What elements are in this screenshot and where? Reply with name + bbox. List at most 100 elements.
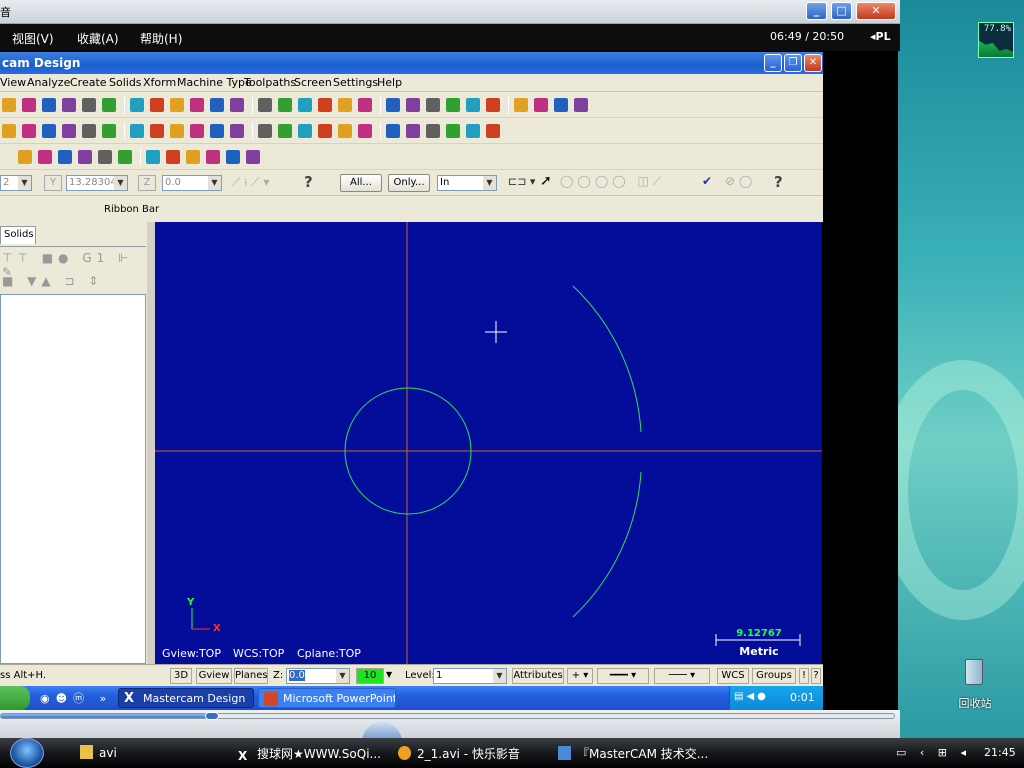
mode-3d-button[interactable]: 3D <box>170 668 192 684</box>
toolbar-tool-icon[interactable] <box>118 150 132 164</box>
toolbar-tool-icon[interactable] <box>78 150 92 164</box>
toolbar-tool-icon[interactable] <box>338 124 352 138</box>
player-minimize-button[interactable]: _ <box>806 2 827 20</box>
toolbar-tool-icon[interactable] <box>150 98 164 112</box>
menu-view[interactable]: View <box>0 76 26 89</box>
select-only-button[interactable]: Only... <box>388 174 430 192</box>
toolbar-tool-icon[interactable] <box>406 124 420 138</box>
toolbar-tool-icon[interactable] <box>22 124 36 138</box>
toolbar-tool-icon[interactable] <box>258 98 272 112</box>
toolbar-tool-icon[interactable] <box>358 124 372 138</box>
toolbar-tool-icon[interactable] <box>574 98 588 112</box>
toolbar-tool-icon[interactable] <box>298 124 312 138</box>
pointer-arrow-icon[interactable]: ➚ <box>540 173 552 189</box>
y-label[interactable]: Y <box>44 175 62 191</box>
menu-xform[interactable]: Xform <box>143 76 176 89</box>
select-all-button[interactable]: All... <box>340 174 382 192</box>
toolbar-tool-icon[interactable] <box>82 98 96 112</box>
z-depth-field[interactable]: 0.0 ▼ <box>286 668 350 684</box>
toolbar-tool-icon[interactable] <box>246 150 260 164</box>
toolbar-tool-icon[interactable] <box>230 124 244 138</box>
toolbar-tool-icon[interactable] <box>82 124 96 138</box>
toolbar-tool-icon[interactable] <box>338 98 352 112</box>
toolbar-tool-icon[interactable] <box>534 98 548 112</box>
toolbar-tool-icon[interactable] <box>258 124 272 138</box>
toolbar-tool-icon[interactable] <box>514 98 528 112</box>
toolbar-tool-icon[interactable] <box>466 98 480 112</box>
color-dropdown-icon[interactable]: ▼ <box>386 670 392 679</box>
mastercam-minimize-button[interactable]: _ <box>764 54 782 72</box>
toolbar-tool-icon[interactable] <box>102 98 116 112</box>
playlist-toggle-button[interactable]: ◂PL <box>870 30 891 43</box>
toolbar-tool-icon[interactable] <box>210 98 224 112</box>
toolbar-tool-icon[interactable] <box>426 98 440 112</box>
toolbar-tool-icon[interactable] <box>2 124 16 138</box>
toolbar-tool-icon[interactable] <box>22 98 36 112</box>
taskbar-item-mastercam-forum[interactable]: 『MasterCAM 技术交... <box>558 745 708 762</box>
panel-splitter[interactable] <box>147 222 155 664</box>
toolbar-tool-icon[interactable] <box>278 124 292 138</box>
cpu-meter-gadget[interactable]: 77.8% <box>978 22 1014 58</box>
help-icon[interactable]: ? <box>304 173 313 191</box>
vista-tray-icons[interactable]: ▭ ‹ ⊞ ◂ <box>896 746 971 759</box>
z-label[interactable]: Z <box>138 175 156 191</box>
toolbar-tool-icon[interactable] <box>426 124 440 138</box>
y-coordinate-field[interactable]: 13.28304 ▼ <box>66 175 128 191</box>
toolbar-tool-icon[interactable] <box>386 124 400 138</box>
toolbar-tool-icon[interactable] <box>446 124 460 138</box>
menu-settings[interactable]: Settings <box>333 76 378 89</box>
seek-bar[interactable] <box>0 713 895 719</box>
chain-select-icon[interactable]: ⊏⊐ ▾ <box>508 175 535 188</box>
xp-start-button[interactable] <box>0 686 30 710</box>
level-field[interactable]: 1 ▼ <box>433 668 507 684</box>
toolbar-tool-icon[interactable] <box>486 124 500 138</box>
toolbar-tool-icon[interactable] <box>38 150 52 164</box>
toolbar-tool-icon[interactable] <box>298 98 312 112</box>
attributes-button[interactable]: Attributes <box>512 668 564 684</box>
toolbar-tool-icon[interactable] <box>18 150 32 164</box>
toolbar-tool-icon[interactable] <box>166 150 180 164</box>
line-width-dropdown[interactable]: ─── ▾ <box>654 668 710 684</box>
recycle-bin-icon[interactable] <box>955 655 995 695</box>
taskbar-item-avi[interactable]: avi <box>80 745 117 760</box>
menu-create[interactable]: Create <box>70 76 107 89</box>
toolbar-tool-icon[interactable] <box>230 98 244 112</box>
toolbar-tool-icon[interactable] <box>206 150 220 164</box>
menu-screen[interactable]: Screen <box>294 76 332 89</box>
task-powerpoint[interactable]: Microsoft PowerPoint ... <box>258 688 396 708</box>
planes-button[interactable]: Planes <box>234 668 268 684</box>
toolbar-tool-icon[interactable] <box>58 150 72 164</box>
seek-knob[interactable] <box>205 712 219 720</box>
player-menu-help[interactable]: 帮助(H) <box>140 30 182 47</box>
toolbar-tool-icon[interactable] <box>386 98 400 112</box>
toolbar-tool-icon[interactable] <box>446 98 460 112</box>
toolbar-tool-icon[interactable] <box>186 150 200 164</box>
line-style-dropdown[interactable]: ━━━ ▾ <box>597 668 649 684</box>
toolbar-tool-icon[interactable] <box>98 150 112 164</box>
toolbar-tool-icon[interactable] <box>170 124 184 138</box>
menu-solids[interactable]: Solids <box>109 76 142 89</box>
vista-start-orb[interactable] <box>10 738 44 768</box>
gview-button[interactable]: Gview <box>196 668 232 684</box>
graphics-viewport[interactable]: Y X Gview:TOP WCS:TOP Cplane:TOP 9.12767… <box>155 222 822 664</box>
toolbar-tool-icon[interactable] <box>554 98 568 112</box>
x-coordinate-field[interactable]: 2 ▼ <box>0 175 32 191</box>
mastercam-restore-button[interactable]: ❐ <box>784 54 802 72</box>
toolbar-tool-icon[interactable] <box>226 150 240 164</box>
wcs-button[interactable]: WCS <box>717 668 749 684</box>
toolbar-tool-icon[interactable] <box>62 98 76 112</box>
toolbar-tool-icon[interactable] <box>102 124 116 138</box>
player-menu-view[interactable]: 视图(V) <box>12 30 54 47</box>
point-style-dropdown[interactable]: + ▾ <box>567 668 593 684</box>
toolbar-tool-icon[interactable] <box>170 98 184 112</box>
help-icon-2[interactable]: ? <box>774 173 783 191</box>
bang-button[interactable]: ! <box>799 668 809 684</box>
tab-solids[interactable]: Solids <box>0 226 36 244</box>
task-mastercam-design[interactable]: X Mastercam Design <box>118 688 254 708</box>
player-maximize-button[interactable]: □ <box>831 2 852 20</box>
toolbar-tool-icon[interactable] <box>130 98 144 112</box>
z-coordinate-field[interactable]: 0.0 ▼ <box>162 175 222 191</box>
taskbar-item-soqi[interactable]: X 搜球网★WWW.SoQi... <box>238 745 381 763</box>
menu-machine-type[interactable]: Machine Type <box>177 76 252 89</box>
toolbar-tool-icon[interactable] <box>406 98 420 112</box>
